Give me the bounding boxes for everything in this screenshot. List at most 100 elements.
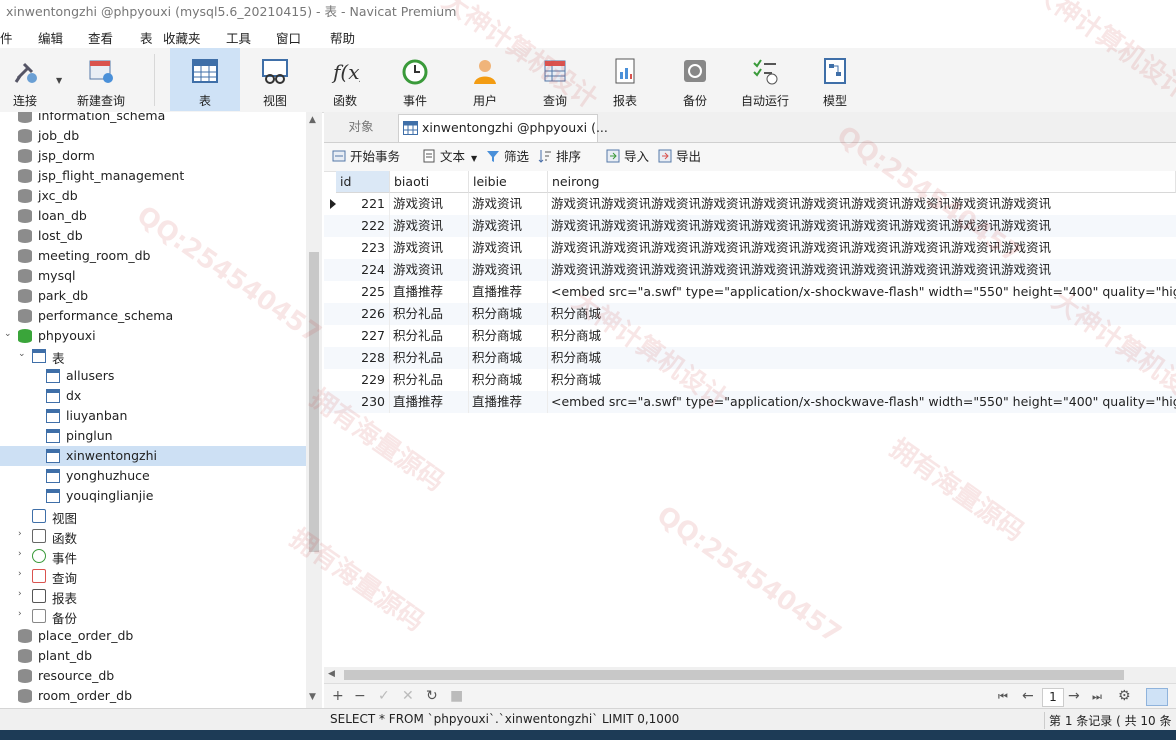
tree-item[interactable]: yonghuzhuce <box>0 466 306 486</box>
menu-help[interactable]: 帮助 <box>330 28 355 47</box>
tree-item[interactable]: jxc_db <box>0 186 306 206</box>
cell-neirong[interactable]: 积分商城 <box>548 369 1176 391</box>
cell-neirong[interactable]: 积分商城 <box>548 325 1176 347</box>
cell-leibie[interactable]: 游戏资讯 <box>469 259 548 281</box>
tree-item[interactable]: allusers <box>0 366 306 386</box>
scroll-left-icon[interactable]: ◀ <box>328 669 335 679</box>
model-button[interactable]: 模型 <box>800 48 870 111</box>
tree-item[interactable]: ⌄ 表 <box>0 346 306 366</box>
table-row[interactable]: 222 游戏资讯 游戏资讯 游戏资讯游戏资讯游戏资讯游戏资讯游戏资讯游戏资讯游戏资讯游… <box>324 215 1176 237</box>
tree-item[interactable]: place_order_db <box>0 626 306 646</box>
chevron-right-icon[interactable]: › <box>18 609 22 619</box>
tree-item[interactable]: meeting_room_db <box>0 246 306 266</box>
table-row[interactable]: 221 游戏资讯 游戏资讯 游戏资讯游戏资讯游戏资讯游戏资讯游戏资讯游戏资讯游戏资讯游… <box>324 193 1176 215</box>
event-button[interactable]: 事件 <box>380 48 450 111</box>
apply-changes-button[interactable]: ✓ <box>378 688 390 704</box>
tree-item[interactable]: jsp_dorm <box>0 146 306 166</box>
export-button[interactable]: 导出 <box>658 148 701 166</box>
menu-tools[interactable]: 工具 <box>226 28 251 47</box>
cell-id[interactable]: 229 <box>336 369 390 391</box>
scroll-up-icon[interactable]: ▲ <box>309 115 316 125</box>
cell-leibie[interactable]: 游戏资讯 <box>469 193 548 215</box>
tree-item[interactable]: dx <box>0 386 306 406</box>
cell-neirong[interactable]: <embed src="a.swf" type="application/x-s… <box>548 281 1176 303</box>
chevron-right-icon[interactable]: › <box>18 529 22 539</box>
cell-id[interactable]: 221 <box>336 193 390 215</box>
backup-button[interactable]: 备份 <box>660 48 730 111</box>
tree-item[interactable]: performance_schema <box>0 306 306 326</box>
cell-biaoti[interactable]: 积分礼品 <box>390 325 469 347</box>
menu-file[interactable]: 件 <box>0 28 13 47</box>
tree-item[interactable]: room_order_db <box>0 686 306 706</box>
page-number-input[interactable]: 1 <box>1042 688 1064 707</box>
report-button[interactable]: 报表 <box>590 48 660 111</box>
cell-id[interactable]: 228 <box>336 347 390 369</box>
cell-biaoti[interactable]: 积分礼品 <box>390 303 469 325</box>
first-page-icon[interactable]: ⏮ <box>998 690 1008 704</box>
text-button[interactable]: 文本 ▼ <box>422 148 477 166</box>
table-row[interactable]: 230 直播推荐 直播推荐 <embed src="a.swf" type="appl… <box>324 391 1176 413</box>
cell-neirong[interactable]: 游戏资讯游戏资讯游戏资讯游戏资讯游戏资讯游戏资讯游戏资讯游戏资讯游戏资讯游戏资讯 <box>548 237 1176 259</box>
cell-leibie[interactable]: 直播推荐 <box>469 281 548 303</box>
tree-item[interactable]: › 备份 <box>0 606 306 626</box>
discard-changes-button[interactable]: ✕ <box>402 688 414 704</box>
tree-item[interactable]: resource_db <box>0 666 306 686</box>
cell-leibie[interactable]: 游戏资讯 <box>469 237 548 259</box>
cell-biaoti[interactable]: 积分礼品 <box>390 347 469 369</box>
grid-view-icon[interactable] <box>1146 688 1168 706</box>
tree-item[interactable]: lost_db <box>0 226 306 246</box>
gear-icon[interactable]: ⚙ <box>1118 688 1131 704</box>
view-button[interactable]: 视图 <box>240 48 310 111</box>
function-button[interactable]: f(x) 函数 <box>310 48 380 111</box>
tab-objects[interactable]: 对象 <box>328 114 394 141</box>
table-row[interactable]: 223 游戏资讯 游戏资讯 游戏资讯游戏资讯游戏资讯游戏资讯游戏资讯游戏资讯游戏资讯游… <box>324 237 1176 259</box>
tree-item[interactable]: › 函数 <box>0 526 306 546</box>
cell-leibie[interactable]: 积分商城 <box>469 347 548 369</box>
tree-item[interactable]: › 报表 <box>0 586 306 606</box>
table-row[interactable]: 227 积分礼品 积分商城 积分商城 <box>324 325 1176 347</box>
chevron-right-icon[interactable]: › <box>18 589 22 599</box>
next-page-icon[interactable]: → <box>1068 688 1080 704</box>
last-page-icon[interactable]: ⏭ <box>1092 690 1102 704</box>
query-button[interactable]: 查询 <box>520 48 590 111</box>
menu-window[interactable]: 窗口 <box>276 28 301 47</box>
cell-leibie[interactable]: 积分商城 <box>469 369 548 391</box>
cell-id[interactable]: 224 <box>336 259 390 281</box>
cell-biaoti[interactable]: 积分礼品 <box>390 369 469 391</box>
cell-neirong[interactable]: 积分商城 <box>548 303 1176 325</box>
cell-leibie[interactable]: 积分商城 <box>469 303 548 325</box>
table-row[interactable]: 225 直播推荐 直播推荐 <embed src="a.swf" type="appl… <box>324 281 1176 303</box>
begin-transaction-button[interactable]: 开始事务 <box>332 148 400 166</box>
chevron-right-icon[interactable]: › <box>18 569 22 579</box>
tree-item[interactable]: jsp_flight_management <box>0 166 306 186</box>
cell-biaoti[interactable]: 游戏资讯 <box>390 237 469 259</box>
cell-id[interactable]: 230 <box>336 391 390 413</box>
column-header-biaoti[interactable]: biaoti <box>390 171 469 193</box>
table-row[interactable]: 224 游戏资讯 游戏资讯 游戏资讯游戏资讯游戏资讯游戏资讯游戏资讯游戏资讯游戏资讯游… <box>324 259 1176 281</box>
cell-leibie[interactable]: 积分商城 <box>469 325 548 347</box>
tree-item[interactable]: pinglun <box>0 426 306 446</box>
tree-item[interactable]: park_db <box>0 286 306 306</box>
cell-leibie[interactable]: 直播推荐 <box>469 391 548 413</box>
refresh-button[interactable]: ↻ <box>426 688 438 704</box>
cell-biaoti[interactable]: 直播推荐 <box>390 391 469 413</box>
prev-page-icon[interactable]: ← <box>1022 688 1034 704</box>
add-record-button[interactable]: + <box>332 688 344 704</box>
tree-item[interactable]: loan_db <box>0 206 306 226</box>
tree-item[interactable]: 视图 <box>0 506 306 526</box>
cell-id[interactable]: 227 <box>336 325 390 347</box>
table-row[interactable]: 229 积分礼品 积分商城 积分商城 <box>324 369 1176 391</box>
scroll-down-icon[interactable]: ▼ <box>309 692 316 702</box>
tree-item[interactable]: ⌄ phpyouxi <box>0 326 306 346</box>
tree-item[interactable]: › 查询 <box>0 566 306 586</box>
sidebar-scrollbar[interactable]: ▲ ▼ <box>306 112 322 708</box>
cell-biaoti[interactable]: 游戏资讯 <box>390 259 469 281</box>
autorun-button[interactable]: 自动运行 <box>730 48 800 111</box>
tree-item[interactable]: › 事件 <box>0 546 306 566</box>
filter-button[interactable]: 筛选 <box>486 148 529 166</box>
cell-neirong[interactable]: 游戏资讯游戏资讯游戏资讯游戏资讯游戏资讯游戏资讯游戏资讯游戏资讯游戏资讯游戏资讯 <box>548 193 1176 215</box>
cell-id[interactable]: 226 <box>336 303 390 325</box>
chevron-right-icon[interactable]: › <box>18 549 22 559</box>
menu-view[interactable]: 查看 <box>88 28 113 47</box>
column-header-leibie[interactable]: leibie <box>469 171 548 193</box>
